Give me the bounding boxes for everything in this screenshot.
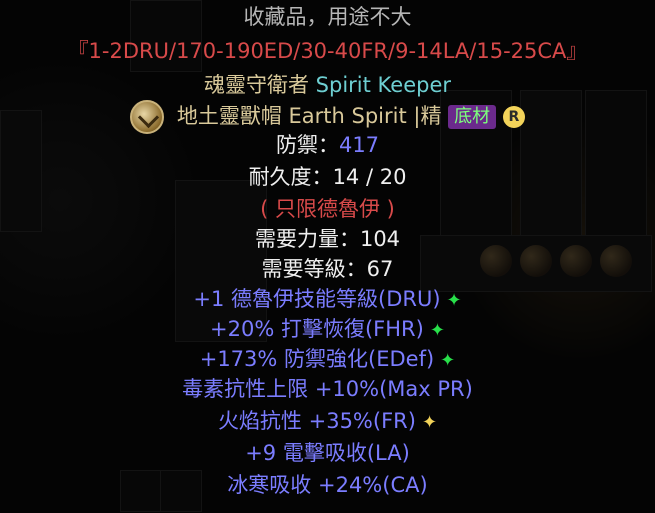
base-name-cn: 地土靈獸帽 [176,104,282,128]
mod-line: 毒素抗性上限 +10%(Max PR) [0,372,655,406]
mod-text: +20% 打擊恢復(FHR) [210,317,424,341]
mod-text: 毒素抗性上限 +10%(Max PR) [182,377,473,401]
mod-line: +9 電擊吸收(LA) [0,436,655,470]
durability-value: 14 / 20 [332,165,407,189]
defense-line: 防禦：417 [0,128,655,162]
mod-bullet: ✦ [440,350,456,371]
mod-bullet: ✦ [421,412,438,433]
durability-label: 耐久度： [248,165,333,189]
class-restriction: ( 只限德魯伊 ) [260,197,395,221]
strength-value: 104 [359,227,401,251]
durability-line: 耐久度：14 / 20 [0,160,655,194]
mod-bullet: ✦ [446,290,462,311]
r-badge: R [502,106,525,128]
level-requirement: 需要等級：67 [0,252,655,286]
quality-label: |精 [413,104,442,128]
unique-name-cn: 魂靈守衛者 [203,73,309,97]
base-name-en: Earth Spirit [288,104,407,128]
mod-line: 火焰抗性 +35%(FR) ✦ [0,404,655,438]
mod-line: +1 德魯伊技能等級(DRU) ✦ [0,282,655,316]
strength-requirement: 需要力量：104 [0,222,655,256]
level-label: 需要等級： [261,257,367,281]
level-value: 67 [366,257,394,281]
item-tooltip: 收藏品，用途不大 『1-2DRU/170-190ED/30-40FR/9-14L… [0,0,655,513]
unique-name-line: 魂靈守衛者 Spirit Keeper [0,68,655,102]
defense-label: 防禦： [275,133,339,157]
tooltip-header: 收藏品，用途不大 [243,5,412,29]
defense-value: 417 [338,133,380,157]
mod-text: +1 德魯伊技能等級(DRU) [193,287,441,311]
mod-text: +9 電擊吸收(LA) [245,441,410,465]
mod-text: 火焰抗性 +35%(FR) [217,409,416,433]
base-badge: 底材 [448,105,497,129]
mod-text: +173% 防禦強化(EDef) [199,347,435,371]
mod-text: 冰寒吸收 +24%(CA) [227,473,428,497]
mod-line: 冰寒吸收 +24%(CA) [0,468,655,502]
mod-bullet: ✦ [429,320,445,341]
mod-line: +173% 防禦強化(EDef) ✦ [0,342,655,376]
unique-name-en: Spirit Keeper [315,73,451,97]
mod-line: +20% 打擊恢復(FHR) ✦ [0,312,655,346]
item-code-line: 『1-2DRU/170-190ED/30-40FR/9-14LA/15-25CA… [67,39,588,63]
game-screen: 收藏品，用途不大 『1-2DRU/170-190ED/30-40FR/9-14L… [0,0,655,513]
strength-label: 需要力量： [254,227,360,251]
